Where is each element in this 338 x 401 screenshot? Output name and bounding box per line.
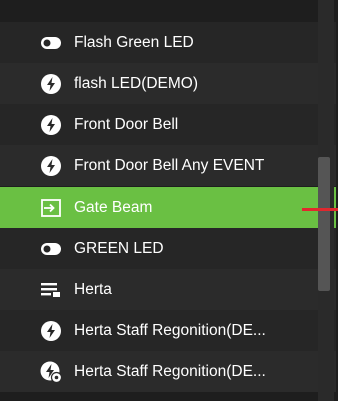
lightning-icon <box>40 73 62 95</box>
list-item-label: Herta Staff Regonition(DE... <box>74 321 266 339</box>
list-item[interactable]: Herta Staff Regonition(DE... <box>0 310 336 351</box>
list-item-label: Gate Beam <box>74 198 153 216</box>
list-icon <box>40 279 62 301</box>
list-item-label: Front Door Bell <box>74 115 179 133</box>
list-item-label: GREEN LED <box>74 239 164 257</box>
toggle-icon <box>40 32 62 54</box>
list-item[interactable]: GREEN LED <box>0 228 336 269</box>
list-item[interactable]: Front Door Bell <box>0 104 336 145</box>
lightning-icon <box>40 320 62 342</box>
list-item[interactable]: flash LED(DEMO) <box>0 63 336 104</box>
list-item-label: Herta <box>74 280 112 298</box>
toggle-icon <box>40 238 62 260</box>
lightning-icon <box>40 155 62 177</box>
list-item[interactable]: Herta Staff Regonition(DE... <box>0 351 336 392</box>
lightning-gear-icon <box>40 361 62 383</box>
list-item-label: Front Door Bell Any EVENT <box>74 156 265 174</box>
lightning-icon <box>40 114 62 136</box>
item-list: Flash Green LED flash LED(DEMO) Front Do… <box>0 0 338 401</box>
list-item-label: Herta Staff Regonition(DE... <box>74 362 266 380</box>
scrollbar-thumb[interactable] <box>318 157 330 291</box>
list-item-selected[interactable]: Gate Beam <box>0 187 336 228</box>
list-item-label: flash LED(DEMO) <box>74 74 199 92</box>
list-item[interactable]: Herta <box>0 269 336 310</box>
input-icon <box>40 197 62 219</box>
drag-indicator <box>302 208 338 211</box>
list-item[interactable]: Flash Green LED <box>0 22 336 63</box>
list-item-label: Flash Green LED <box>74 33 194 51</box>
list-item[interactable]: Front Door Bell Any EVENT <box>0 145 336 186</box>
